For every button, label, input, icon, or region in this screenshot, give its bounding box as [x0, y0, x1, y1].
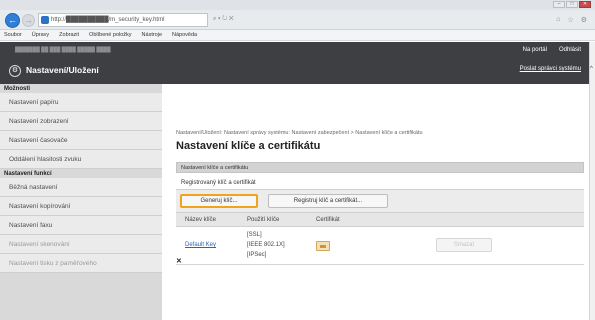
page-scrollbar[interactable]: ^ [589, 42, 595, 320]
browser-right-tools: ⌂ ☆ ⚙ [556, 16, 587, 24]
favorites-icon[interactable]: ☆ [567, 16, 573, 24]
address-tools-glyphs[interactable]: ⌕ ▾ ↻ ✕ [213, 16, 234, 23]
usage-ipsec: [IPSec] [247, 252, 267, 258]
sidebar-item-scan[interactable]: Nastavení skenování [0, 235, 162, 254]
register-key-button[interactable]: Registruj klíč a certifikát... [268, 194, 388, 208]
browser-toolbar: ← → http://██████████/m_security_key.htm… [0, 10, 595, 30]
menu-file[interactable]: Soubor [4, 30, 22, 40]
forward-button[interactable]: → [22, 14, 35, 27]
logout-link[interactable]: Odhlásit [559, 47, 581, 53]
sidebar-item-copy[interactable]: Nastavení kopírování [0, 197, 162, 216]
url-text: http://██████████/m_security_key.html [51, 17, 165, 23]
home-icon[interactable]: ⌂ [556, 16, 560, 24]
column-key-name: Název klíče [185, 217, 217, 223]
header-links: Na portál Odhlásit [523, 47, 581, 53]
close-button[interactable]: ✕ [579, 1, 591, 8]
column-certificate: Certifikát [316, 217, 340, 223]
sidebar-item-memory-print[interactable]: Nastavení tisku z paměťového [0, 254, 162, 273]
settings-icon[interactable]: ⚙ [581, 16, 587, 24]
key-usage-cell: [SSL] [IEEE 802.1X] [IPSec] [247, 230, 285, 260]
menu-edit[interactable]: Úpravy [32, 30, 49, 40]
registered-key-label: Registrovaný klíč a certifikát [181, 180, 256, 186]
key-actions: Generuj klíč... Registruj klíč a certifi… [176, 189, 584, 213]
sidebar-item-timer[interactable]: Nastavení časovače [0, 131, 162, 150]
menu-help[interactable]: Nápověda [172, 30, 197, 40]
sidebar-item-display[interactable]: Nastavení zobrazení [0, 112, 162, 131]
window-controls: – □ ✕ [553, 1, 591, 8]
settings-gear-icon: ⚙ [9, 65, 21, 77]
address-bar[interactable]: http://██████████/m_security_key.html [38, 13, 208, 27]
table-header: Název klíče Použití klíče Certifikát [176, 213, 584, 227]
maximize-button[interactable]: □ [566, 1, 578, 8]
breadcrumb: Nastavení/Uložení: Nastavení správy syst… [176, 130, 423, 136]
mail-admin-link[interactable]: Poslat správci systému [520, 66, 581, 72]
usage-ssl: [SSL] [247, 232, 262, 238]
certificate-icon[interactable] [316, 241, 330, 251]
sidebar-item-paper[interactable]: Nastavení papíru [0, 93, 162, 112]
sidebar-item-volume[interactable]: Oddálení hlasitosti zvuku [0, 150, 162, 169]
app-title: Nastavení/Uložení [26, 65, 99, 75]
page-title: Nastavení klíče a certifikátu [176, 140, 321, 152]
sidebar-category-options: Možnosti [0, 84, 162, 93]
column-key-usage: Použití klíče [247, 217, 280, 223]
table-row: Default Key [SSL] [IEEE 802.1X] [IPSec] … [176, 227, 584, 265]
usage-ieee: [IEEE 802.1X] [247, 242, 285, 248]
footer-mark: ✕ [176, 258, 182, 265]
portal-link[interactable]: Na portál [523, 47, 547, 53]
minimize-button[interactable]: – [553, 1, 565, 8]
scroll-up-icon[interactable]: ^ [590, 66, 595, 72]
generate-key-button[interactable]: Generuj klíč... [180, 194, 258, 208]
device-info: ███████ ██ ███ ████ █████ ████ [15, 47, 111, 53]
menu-tools[interactable]: Nástroje [142, 30, 162, 40]
sidebar-item-common[interactable]: Běžná nastavení [0, 178, 162, 197]
sidebar: Možnosti Nastavení papíru Nastavení zobr… [0, 84, 162, 320]
back-button[interactable]: ← [5, 13, 20, 28]
sidebar-item-fax[interactable]: Nastavení faxu [0, 216, 162, 235]
menu-bar: Soubor Úpravy Zobrazit Oblíbené položky … [0, 30, 595, 41]
app-header: ███████ ██ ███ ████ █████ ████ ⚙ Nastave… [0, 42, 589, 84]
delete-button[interactable]: Smazat [436, 238, 492, 252]
menu-favorites[interactable]: Oblíbené položky [89, 30, 132, 40]
key-name-link[interactable]: Default Key [185, 242, 216, 248]
window-titlebar: – □ ✕ [0, 0, 595, 10]
sidebar-category-functions: Nastavení funkcí [0, 169, 162, 178]
main-content: Nastavení/Uložení: Nastavení správy syst… [176, 84, 584, 265]
menu-view[interactable]: Zobrazit [59, 30, 79, 40]
address-tools[interactable]: ⌕ ▾ ↻ ✕ [213, 16, 234, 23]
page-icon [41, 16, 49, 24]
key-table: Název klíče Použití klíče Certifikát Def… [176, 213, 584, 265]
section-header: Nastavení klíče a certifikátu [176, 162, 584, 173]
